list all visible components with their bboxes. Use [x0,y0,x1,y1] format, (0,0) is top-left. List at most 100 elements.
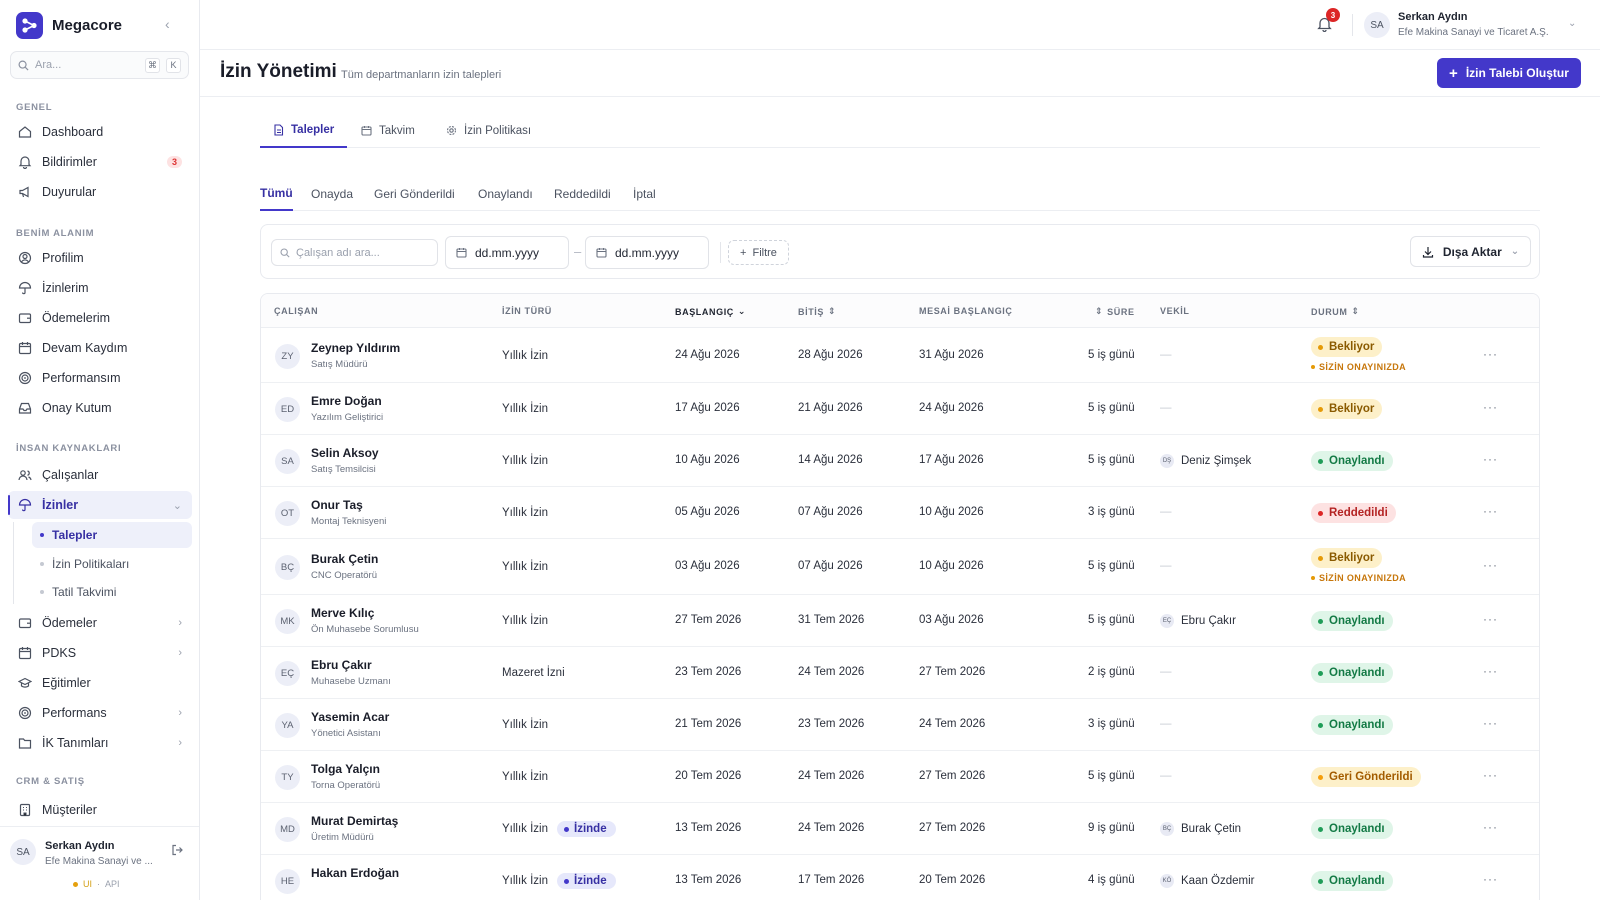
proxy-name: Burak Çetin [1181,823,1242,835]
table-row[interactable]: HE Hakan Erdoğan Yıllık İzin İzinde 13 Tem 2… [261,855,1539,900]
sidebar-item-performansım[interactable]: Performansım [8,364,192,392]
employee-name[interactable]: Emre Doğan [311,394,382,408]
column-header-work-start[interactable]: MESAİ BAŞLANGIÇ [919,306,1013,316]
table-row[interactable]: TY Tolga Yalçın Torna Operatörü Yıllık İzin… [261,751,1539,803]
logout-icon[interactable] [171,844,183,859]
sidebar-item-dashboard[interactable]: Dashboard [8,118,192,146]
employee-name[interactable]: Hakan Erdoğan [311,866,399,880]
table-row[interactable]: BÇ Burak Çetin CNC Operatörü Yıllık İzin 03 … [261,539,1539,595]
end-date-input[interactable]: dd.mm.yyyy [585,236,709,269]
row-actions-more-icon[interactable]: ··· [1483,400,1498,414]
sidebar-item-pdks[interactable]: PDKS › [8,639,192,667]
row-actions-more-icon[interactable]: ··· [1483,558,1498,572]
filter-tab-onayda[interactable]: Onayda [311,176,353,211]
column-header-status[interactable]: DURUM ⇕ [1311,306,1360,317]
sidebar-subitem-talepler[interactable]: Talepler [32,522,192,548]
tab-takvim[interactable]: Takvim [348,113,428,148]
sidebar-subitem-label: İzin Politikaları [52,557,130,571]
sidebar-item-müşteriler[interactable]: Müşteriler [8,796,192,824]
start-date-input[interactable]: dd.mm.yyyy [445,236,569,269]
sidebar-item-ödemelerim[interactable]: Ödemelerim [8,304,192,332]
table-row[interactable]: EÇ Ebru Çakır Muhasebe Uzmanı Mazeret İzni 2… [261,647,1539,699]
employee-name[interactable]: Murat Demirtaş [311,814,398,828]
row-actions-more-icon[interactable]: ··· [1483,820,1498,834]
table-row[interactable]: SA Selin Aksoy Satış Temsilcisi Yıllık İzin… [261,435,1539,487]
column-header-start[interactable]: BAŞLANGIÇ ⌄ [675,306,746,317]
employee-name[interactable]: Merve Kılıç [311,606,374,620]
collapse-sidebar-icon[interactable]: ‹ [165,16,170,32]
filter-tab-tumu[interactable]: Tümü [260,176,293,211]
proxy-empty: — [1160,506,1172,518]
leave-type: Yıllık İzin [502,719,549,731]
employee-search-input[interactable]: Çalışan adı ara... [271,239,438,266]
export-button[interactable]: Dışa Aktar ⌄ [1410,236,1531,267]
employee-name[interactable]: Selin Aksoy [311,446,379,460]
add-filter-button[interactable]: + Filtre [728,240,789,265]
employee-name[interactable]: Onur Taş [311,498,363,512]
column-header-employee[interactable]: ÇALIŞAN [274,306,318,316]
sidebar-item-performans[interactable]: Performans › [8,699,192,727]
avatar[interactable]: SA [1364,12,1390,38]
row-actions-more-icon[interactable]: ··· [1483,612,1498,626]
table-row[interactable]: YA Yasemin Acar Yönetici Asistanı Yıllık İz… [261,699,1539,751]
table-row[interactable]: MD Murat Demirtaş Üretim Müdürü Yıllık İzin… [261,803,1539,855]
table-row[interactable]: MK Merve Kılıç Ön Muhasebe Sorumlusu Yıllık… [261,595,1539,647]
sidebar-user[interactable]: SA Serkan Aydın Efe Makina Sanayi ve ...… [0,826,199,900]
employee-name[interactable]: Yasemin Acar [311,710,389,724]
sidebar-item-bildirimler[interactable]: Bildirimler 3 [8,148,192,176]
sidebar-item-i-zinlerim[interactable]: İzinlerim [8,274,192,302]
row-actions-more-icon[interactable]: ··· [1483,504,1498,518]
start-date: 27 Tem 2026 [675,614,742,626]
row-actions-more-icon[interactable]: ··· [1483,872,1498,886]
employee-name[interactable]: Ebru Çakır [311,658,372,672]
sidebar-item-ödemeler[interactable]: Ödemeler › [8,609,192,637]
column-header-duration[interactable]: ⇕ SÜRE [1095,306,1135,317]
on-leave-badge: İzinde [557,821,616,837]
tab-izin-politikasi[interactable]: İzin Politikası [433,113,544,148]
sidebar-item-duyurular[interactable]: Duyurular [8,178,192,206]
row-actions-more-icon[interactable]: ··· [1483,452,1498,466]
sidebar-item-devam-kaydım[interactable]: Devam Kaydım [8,334,192,362]
table-row[interactable]: ED Emre Doğan Yazılım Geliştirici Yıllık İz… [261,383,1539,435]
filter-tab-geri-gonderildi[interactable]: Geri Gönderildi [374,176,455,211]
leave-type-cell: Mazeret İzni [502,664,565,682]
sidebar-item-i-k-tanımları[interactable]: İK Tanımları › [8,729,192,757]
row-actions-more-icon[interactable]: ··· [1483,664,1498,678]
row-actions-more-icon[interactable]: ··· [1483,768,1498,782]
row-actions-more-icon[interactable]: ··· [1483,347,1498,361]
table-row[interactable]: ZY Zeynep Yıldırım Satış Müdürü Yıllık İzin… [261,328,1539,383]
avatar: MD [275,817,300,842]
column-header-end[interactable]: BİTİŞ ⇕ [798,306,836,317]
row-actions-more-icon[interactable]: ··· [1483,716,1498,730]
sidebar-item-eğitimler[interactable]: Eğitimler [8,669,192,697]
column-header-proxy[interactable]: VEKİL [1160,306,1190,316]
sidebar-item-çalışanlar[interactable]: Çalışanlar [8,461,192,489]
brand-name: Megacore [52,17,123,34]
sidebar-subitem-tatil-takvimi[interactable]: Tatil Takvimi [32,579,192,605]
column-header-leave-type[interactable]: İZİN TÜRÜ [502,306,552,316]
topbar-user-name[interactable]: Serkan Aydın [1398,11,1468,23]
filter-tab-onaylandi[interactable]: Onaylandı [478,176,533,211]
chevron-down-icon: ⌄ [1510,246,1520,257]
sidebar-item-profilim[interactable]: Profilim [8,244,192,272]
sidebar-item-label: İK Tanımları [42,736,109,750]
sidebar-search[interactable]: Ara... ⌘ K [10,51,189,79]
employee-name[interactable]: Zeynep Yıldırım [311,341,400,355]
table-row[interactable]: OT Onur Taş Montaj Teknisyeni Yıllık İzin 05… [261,487,1539,539]
sidebar-item-onay-kutum[interactable]: Onay Kutum [8,394,192,422]
chevron-down-icon: ⌄ [172,499,182,512]
filter-tab-reddedildi[interactable]: Reddedildi [554,176,611,211]
employee-name[interactable]: Burak Çetin [311,552,378,566]
employee-name[interactable]: Tolga Yalçın [311,762,380,776]
plus-icon: + [1449,64,1458,82]
target-icon [18,706,32,720]
chevron-down-icon[interactable]: ⌄ [1568,18,1576,29]
tab-talepler[interactable]: Talepler [260,113,348,148]
create-leave-request-button[interactable]: + İzin Talebi Oluştur [1437,58,1581,88]
filter-tab-iptal[interactable]: İptal [633,176,656,211]
sidebar-subitem-izin-politikalari[interactable]: İzin Politikaları [32,551,192,577]
brand[interactable]: Megacore [16,12,122,39]
sidebar-item-i-zinler[interactable]: İzinler ⌄ [8,491,192,519]
calendar-icon [456,248,467,258]
proxy-name: Ebru Çakır [1181,615,1236,627]
